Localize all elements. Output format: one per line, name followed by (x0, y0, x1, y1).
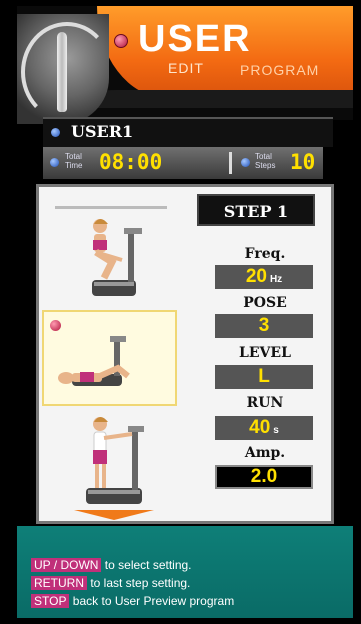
pose-thumbnail-current[interactable] (42, 310, 177, 406)
stop-key-hint: STOP (31, 594, 70, 608)
pose-value-field[interactable]: 3 (215, 314, 313, 338)
squat-pose-icon (92, 219, 142, 296)
run-value-field[interactable]: 40 s (215, 416, 313, 440)
user-name: USER1 (71, 122, 134, 141)
page-title: USER (138, 18, 252, 60)
scroll-top-indicator (55, 206, 167, 209)
help-line-return: RETURN to last step setting. (31, 576, 190, 590)
dial-icon (17, 14, 113, 124)
stats-bar: Total Time 08:00 Total Steps 10 (43, 147, 323, 179)
pose-label: POSE (243, 295, 287, 311)
help-footer: UP / DOWN to select setting. RETURN to l… (17, 526, 353, 618)
mode-edit-label: EDIT (168, 60, 204, 76)
pose-thumbnail-next[interactable] (42, 410, 177, 506)
level-label: LEVEL (239, 345, 291, 361)
total-steps-label: Total Steps (255, 152, 276, 170)
steps-bullet-icon (241, 158, 250, 167)
total-time-label: Total Time (65, 152, 83, 170)
time-bullet-icon (50, 158, 59, 167)
freq-label: Freq. (244, 246, 286, 262)
total-steps-value: 10 (290, 150, 316, 174)
level-value-field[interactable]: L (215, 365, 313, 389)
help-line-updown: UP / DOWN to select setting. (31, 558, 192, 572)
title-bullet-icon (114, 34, 128, 48)
lying-pose-icon (58, 336, 130, 386)
user-bullet-icon (51, 128, 60, 137)
step-label: STEP 1 (197, 194, 315, 226)
selected-pose-icon (50, 320, 61, 331)
up-down-key-hint: UP / DOWN (31, 558, 102, 572)
scroll-down-arrow-icon[interactable] (74, 510, 154, 520)
stats-divider (229, 152, 232, 174)
return-key-hint: RETURN (31, 576, 87, 590)
amp-label: Amp. (244, 445, 286, 461)
run-label: RUN (246, 395, 284, 411)
mode-program-label: PROGRAM (240, 62, 320, 78)
amp-value-field[interactable]: 2.0 (215, 465, 313, 489)
help-line-stop: STOP back to User Preview program (31, 594, 234, 608)
user-bar: USER1 (43, 117, 333, 147)
device-screen: USER EDIT PROGRAM USER1 Total Time 08:00 … (0, 0, 361, 624)
standing-pose-icon (86, 417, 144, 504)
pose-thumbnail-prev[interactable] (42, 210, 177, 306)
freq-value-field[interactable]: 20 Hz (215, 265, 313, 289)
total-time-value: 08:00 (99, 150, 163, 174)
